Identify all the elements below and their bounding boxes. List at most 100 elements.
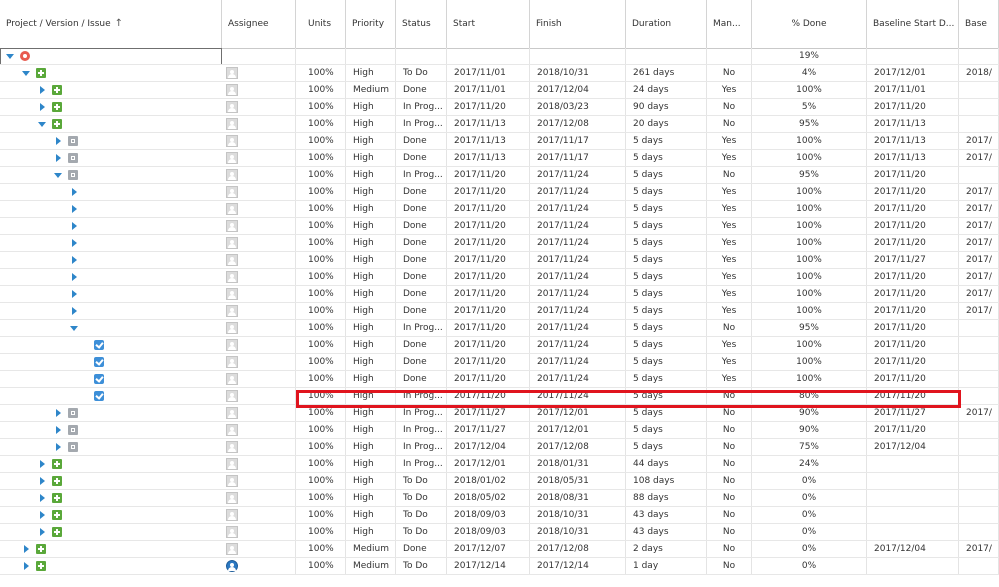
- table-row[interactable]: 100% High In Prog... 2017/11/27 2017/12/01 5 …: [0, 422, 999, 439]
- expand-caret-down-icon[interactable]: [54, 173, 62, 178]
- assignee-cell[interactable]: [222, 235, 296, 251]
- table-row[interactable]: 100% High To Do 2018/09/03 2018/10/31 43 days…: [0, 507, 999, 524]
- tree-cell[interactable]: [0, 65, 222, 81]
- column-header-manual[interactable]: Man...: [707, 0, 752, 48]
- table-row[interactable]: 19%: [0, 48, 999, 65]
- table-row[interactable]: 100% High Done 2017/11/20 2017/11/24 5 days Ye…: [0, 218, 999, 235]
- assignee-cell[interactable]: [222, 524, 296, 540]
- expand-caret-down-icon[interactable]: [38, 122, 46, 127]
- assignee-cell[interactable]: [222, 422, 296, 438]
- tree-cell[interactable]: [0, 252, 222, 268]
- column-header-units[interactable]: Units: [296, 0, 346, 48]
- tree-cell[interactable]: [0, 422, 222, 438]
- table-row[interactable]: 100% High Done 2017/11/20 2017/11/24 5 days Ye…: [0, 286, 999, 303]
- assignee-cell[interactable]: [222, 541, 296, 557]
- table-row[interactable]: 100% High In Prog... 2017/12/04 2017/12/08 5 …: [0, 439, 999, 456]
- tree-cell[interactable]: [0, 269, 222, 285]
- expand-caret-right-icon[interactable]: [24, 545, 29, 553]
- column-header-priority[interactable]: Priority: [346, 0, 396, 48]
- table-row[interactable]: 100% High Done 2017/11/13 2017/11/17 5 days Ye…: [0, 150, 999, 167]
- table-row[interactable]: 100% High Done 2017/11/20 2017/11/24 5 days Ye…: [0, 303, 999, 320]
- assignee-cell[interactable]: [222, 439, 296, 455]
- tree-cell[interactable]: [0, 473, 222, 489]
- tree-cell[interactable]: [0, 337, 222, 353]
- tree-cell[interactable]: [0, 184, 222, 200]
- table-row[interactable]: 100% High Done 2017/11/20 2017/11/24 5 days Ye…: [0, 371, 999, 388]
- assignee-cell[interactable]: [222, 456, 296, 472]
- assignee-cell[interactable]: [222, 371, 296, 387]
- column-header-assignee[interactable]: Assignee: [222, 0, 296, 48]
- assignee-cell[interactable]: [222, 65, 296, 81]
- column-header-duration[interactable]: Duration: [626, 0, 707, 48]
- tree-cell[interactable]: [0, 558, 222, 574]
- tree-cell[interactable]: [0, 507, 222, 523]
- tree-cell[interactable]: [0, 371, 222, 387]
- table-row[interactable]: 100% Medium To Do 2017/12/14 2017/12/14 1 day…: [0, 558, 999, 575]
- tree-cell[interactable]: [0, 354, 222, 370]
- expand-caret-right-icon[interactable]: [40, 511, 45, 519]
- tree-cell[interactable]: [0, 439, 222, 455]
- expand-caret-right-icon[interactable]: [40, 528, 45, 536]
- tree-cell[interactable]: [0, 388, 222, 404]
- assignee-cell[interactable]: [222, 48, 296, 64]
- table-row[interactable]: 100% High To Do 2017/11/01 2018/10/31 261 day…: [0, 65, 999, 82]
- assignee-cell[interactable]: [222, 337, 296, 353]
- table-row[interactable]: 100% High Done 2017/11/20 2017/11/24 5 days Ye…: [0, 201, 999, 218]
- expand-caret-right-icon[interactable]: [40, 103, 45, 111]
- table-row[interactable]: 100% High To Do 2018/09/03 2018/10/31 43 days…: [0, 524, 999, 541]
- table-row[interactable]: 100% High In Prog... 2017/11/20 2018/03/23 90…: [0, 99, 999, 116]
- tree-cell[interactable]: [0, 405, 222, 421]
- tree-cell[interactable]: [0, 48, 222, 64]
- assignee-cell[interactable]: [222, 320, 296, 336]
- tree-cell[interactable]: [0, 150, 222, 166]
- tree-cell[interactable]: [0, 99, 222, 115]
- tree-cell[interactable]: [0, 201, 222, 217]
- table-row[interactable]: 100% High Done 2017/11/20 2017/11/24 5 days Ye…: [0, 354, 999, 371]
- expand-caret-right-icon[interactable]: [56, 137, 61, 145]
- tree-cell[interactable]: [0, 235, 222, 251]
- table-row[interactable]: 100% High Done 2017/11/13 2017/11/17 5 days Ye…: [0, 133, 999, 150]
- expand-caret-right-icon[interactable]: [72, 290, 77, 298]
- column-header-baseline[interactable]: Base: [959, 0, 999, 48]
- assignee-cell[interactable]: [222, 150, 296, 166]
- table-row[interactable]: 100% Medium Done 2017/11/01 2017/12/04 24 day…: [0, 82, 999, 99]
- expand-caret-right-icon[interactable]: [72, 239, 77, 247]
- column-header-finish[interactable]: Finish: [530, 0, 626, 48]
- expand-caret-right-icon[interactable]: [24, 562, 29, 570]
- assignee-cell[interactable]: [222, 269, 296, 285]
- table-row[interactable]: 100% High Done 2017/11/20 2017/11/24 5 days Ye…: [0, 337, 999, 354]
- tree-cell[interactable]: [0, 218, 222, 234]
- assignee-cell[interactable]: [222, 99, 296, 115]
- table-row[interactable]: 100% High In Prog... 2017/11/20 2017/11/24 5 …: [0, 388, 999, 405]
- assignee-cell[interactable]: [222, 286, 296, 302]
- tree-cell[interactable]: [0, 133, 222, 149]
- tree-cell[interactable]: [0, 524, 222, 540]
- column-header-percent-done[interactable]: % Done: [752, 0, 867, 48]
- expand-caret-down-icon[interactable]: [22, 71, 30, 76]
- table-row[interactable]: 100% High Done 2017/11/20 2017/11/24 5 days Ye…: [0, 269, 999, 286]
- expand-caret-right-icon[interactable]: [72, 256, 77, 264]
- column-header-tree[interactable]: Project / Version / Issue ↑: [0, 0, 222, 48]
- assignee-cell[interactable]: [222, 218, 296, 234]
- tree-cell[interactable]: [0, 320, 222, 336]
- table-row[interactable]: 100% High In Prog... 2017/11/20 2017/11/24 5 …: [0, 167, 999, 184]
- tree-cell[interactable]: [0, 456, 222, 472]
- table-row[interactable]: 100% High In Prog... 2017/12/01 2018/01/31 44…: [0, 456, 999, 473]
- table-row[interactable]: 100% High Done 2017/11/20 2017/11/24 5 days Ye…: [0, 235, 999, 252]
- column-header-baseline-start[interactable]: Baseline Start D...: [867, 0, 959, 48]
- tree-cell[interactable]: [0, 116, 222, 132]
- assignee-cell[interactable]: [222, 116, 296, 132]
- column-header-status[interactable]: Status: [396, 0, 447, 48]
- assignee-cell[interactable]: [222, 201, 296, 217]
- expand-caret-right-icon[interactable]: [72, 188, 77, 196]
- assignee-cell[interactable]: [222, 354, 296, 370]
- table-row[interactable]: 100% High To Do 2018/01/02 2018/05/31 108 day…: [0, 473, 999, 490]
- assignee-cell[interactable]: [222, 303, 296, 319]
- table-row[interactable]: 100% High Done 2017/11/20 2017/11/24 5 days Ye…: [0, 252, 999, 269]
- assignee-cell[interactable]: [222, 490, 296, 506]
- tree-cell[interactable]: [0, 82, 222, 98]
- expand-caret-right-icon[interactable]: [56, 426, 61, 434]
- assignee-cell[interactable]: [222, 388, 296, 404]
- tree-cell[interactable]: [0, 541, 222, 557]
- expand-caret-right-icon[interactable]: [72, 273, 77, 281]
